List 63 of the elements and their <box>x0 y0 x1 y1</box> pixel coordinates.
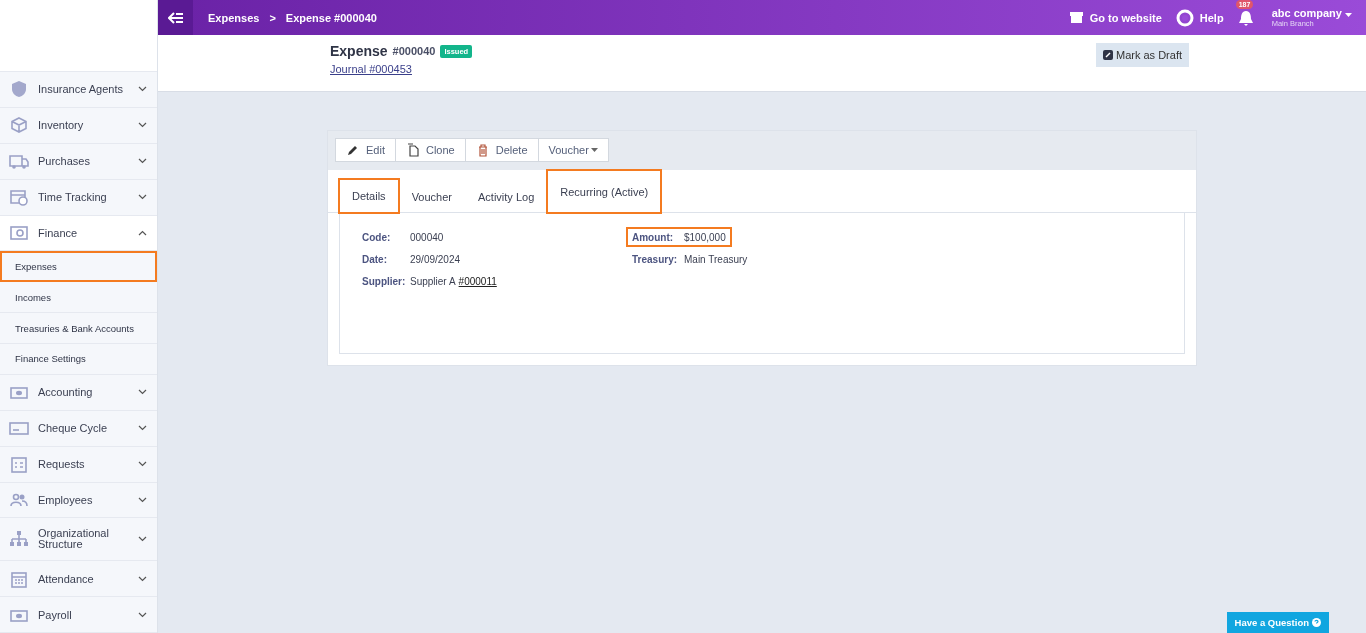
question-icon <box>1312 618 1321 627</box>
toolbar-button[interactable]: Delete <box>464 138 539 162</box>
sidebar-subitem[interactable]: Expenses <box>0 251 157 283</box>
card-icon <box>9 419 29 438</box>
shield-icon <box>9 80 29 99</box>
sidebar-item[interactable]: Accounting <box>0 374 157 411</box>
edit-icon <box>1103 50 1113 60</box>
help-link[interactable]: Help <box>1199 11 1224 24</box>
field-label: Supplier: <box>362 275 407 287</box>
caret-icon <box>1345 13 1352 17</box>
clipboard-icon <box>9 455 29 474</box>
sidebar-item[interactable]: Payroll <box>0 597 157 633</box>
toolbar-button[interactable]: Edit <box>335 138 396 162</box>
mark-as-draft-button[interactable]: Mark as Draft <box>1096 43 1189 67</box>
website-link[interactable]: Go to website <box>1089 11 1162 24</box>
storefront-icon <box>1068 11 1084 24</box>
sidebar-subitem[interactable]: Finance Settings <box>0 344 157 375</box>
expense-number: #000040 <box>392 45 436 57</box>
tab[interactable]: Voucher <box>398 179 465 213</box>
tab[interactable]: Recurring (Active) <box>547 170 662 213</box>
lifebuoy-icon <box>1175 8 1194 27</box>
toolbar-button[interactable]: Clone <box>394 138 466 162</box>
back-arrow-icon <box>167 11 184 24</box>
sidebar-subitem[interactable]: Treasuries & Bank Accounts <box>0 313 157 345</box>
sidebar-item[interactable]: Cheque Cycle <box>0 410 157 447</box>
field-label: Date: <box>362 253 388 265</box>
org-chart-icon <box>9 530 29 549</box>
breadcrumb-link[interactable]: Expenses <box>208 11 260 24</box>
field-value: 29/09/2024 <box>410 253 461 265</box>
sidebar-item[interactable]: Time Tracking <box>0 179 157 216</box>
calendar-icon <box>9 569 29 588</box>
supplier-link[interactable]: #000011 <box>458 275 497 287</box>
sidebar-subitem[interactable]: Incomes <box>0 282 157 314</box>
pencil-icon <box>346 143 360 157</box>
sidebar-item[interactable]: Inventory <box>0 107 157 144</box>
caret-icon <box>590 148 598 152</box>
sidebar-item[interactable]: Requests <box>0 446 157 483</box>
field-label: Treasury: <box>632 253 679 265</box>
company-menu[interactable]: abc company <box>1271 7 1352 19</box>
box-icon <box>9 116 29 135</box>
field-value: Main Treasury <box>684 253 748 265</box>
sidebar-item[interactable]: Organizational Structure <box>0 518 157 562</box>
truck-icon <box>9 152 29 171</box>
calendar-clock-icon <box>9 188 29 207</box>
tab[interactable]: Details <box>339 179 399 213</box>
safe-icon <box>9 223 29 242</box>
people-icon <box>9 491 29 509</box>
sidebar-item[interactable]: Insurance Agents <box>0 72 157 108</box>
copy-icon <box>405 143 420 157</box>
sidebar-item[interactable]: Attendance <box>0 561 157 598</box>
field-value: Supplier A #000011 <box>410 275 497 287</box>
breadcrumb-separator: > <box>269 11 276 24</box>
tab[interactable]: Activity Log <box>465 179 548 213</box>
field-value: 000040 <box>410 231 444 243</box>
field-label: Amount: <box>632 231 675 243</box>
field-label: Code: <box>362 231 392 243</box>
sidebar-item[interactable]: Employees <box>0 482 157 519</box>
dropdown-button[interactable]: Voucher <box>537 138 609 162</box>
field-value: $100,000 <box>684 231 726 243</box>
journal-link[interactable]: Journal #000453 <box>330 63 412 75</box>
sidebar-item[interactable]: Purchases <box>0 143 157 180</box>
page-title: Expense <box>330 43 388 59</box>
bell-icon <box>1237 8 1254 27</box>
